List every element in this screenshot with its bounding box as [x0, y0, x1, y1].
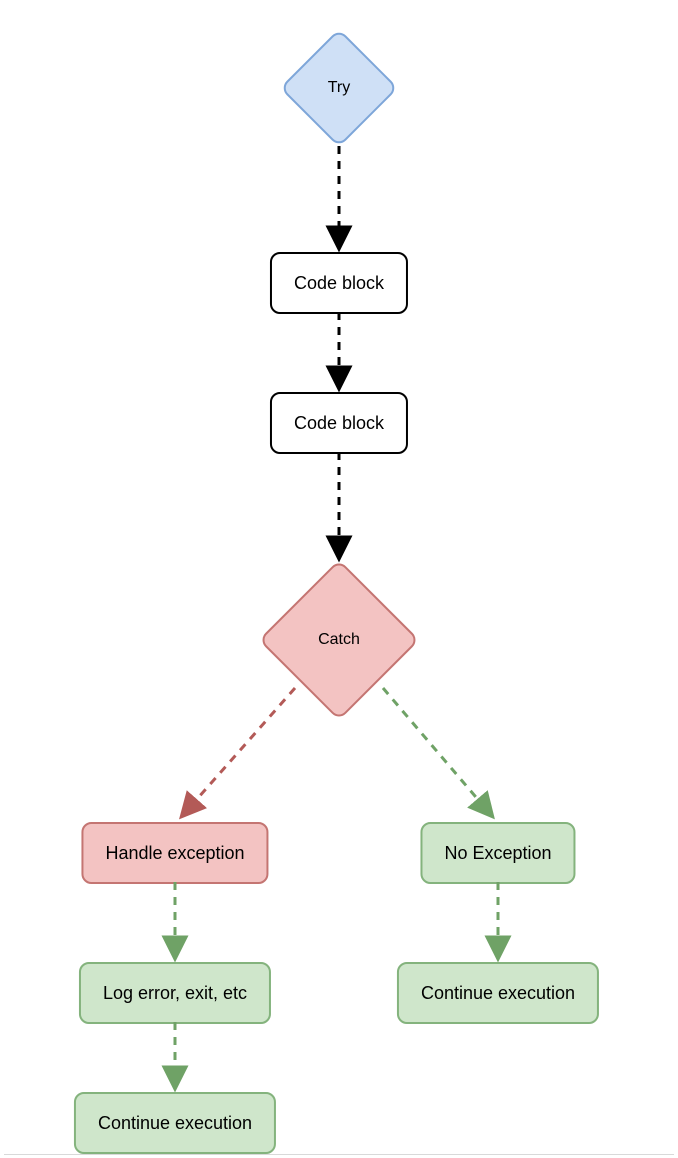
node-continue-right-label: Continue execution: [421, 983, 575, 1004]
node-code-block-2-label: Code block: [294, 413, 384, 434]
node-no-exception: No Exception: [420, 822, 575, 884]
node-code-block-2: Code block: [270, 392, 408, 454]
node-try: Try: [280, 29, 399, 148]
node-try-label: Try: [299, 48, 379, 128]
bottom-divider: [4, 1154, 674, 1155]
node-code-block-1: Code block: [270, 252, 408, 314]
node-continue-left: Continue execution: [74, 1092, 276, 1154]
flowchart-canvas: Try Code block Code block Catch Handle e…: [0, 0, 678, 1158]
node-catch: Catch: [258, 559, 419, 720]
node-continue-right: Continue execution: [397, 962, 599, 1024]
node-handle-exception-label: Handle exception: [105, 843, 244, 864]
node-no-exception-label: No Exception: [444, 843, 551, 864]
node-code-block-1-label: Code block: [294, 273, 384, 294]
node-log-error-label: Log error, exit, etc: [103, 983, 247, 1004]
node-catch-label: Catch: [284, 585, 394, 695]
node-handle-exception: Handle exception: [81, 822, 268, 884]
edge-catch-to-noexception: [383, 688, 492, 816]
node-continue-left-label: Continue execution: [98, 1113, 252, 1134]
edge-catch-to-handle: [182, 688, 295, 816]
node-log-error: Log error, exit, etc: [79, 962, 271, 1024]
